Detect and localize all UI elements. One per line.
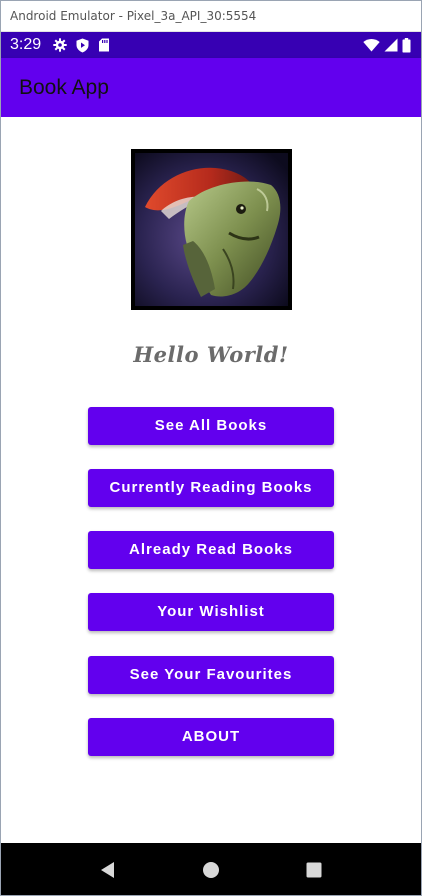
your-wishlist-button[interactable]: Your Wishlist	[88, 593, 334, 631]
already-read-books-button[interactable]: Already Read Books	[88, 531, 334, 569]
status-system-icons	[363, 37, 411, 53]
status-bar: 3:29	[1, 32, 421, 58]
back-button[interactable]	[88, 850, 128, 890]
app-bar: Book App	[1, 58, 421, 117]
sd-card-icon	[98, 38, 110, 52]
emulator-window: Android Emulator - Pixel_3a_API_30:5554 …	[0, 0, 422, 896]
back-icon	[100, 862, 114, 878]
see-your-favourites-button[interactable]: See Your Favourites	[88, 656, 334, 694]
see-all-books-button[interactable]: See All Books	[88, 407, 334, 445]
about-button[interactable]: ABOUT	[88, 718, 334, 756]
home-button[interactable]	[191, 850, 231, 890]
greeting-text: Hello World!	[133, 342, 289, 367]
book-cover-image	[131, 149, 292, 310]
main-content: Hello World! See All Books Currently Rea…	[1, 117, 421, 843]
shield-icon	[76, 38, 89, 53]
home-icon	[202, 862, 219, 878]
signal-icon	[384, 38, 398, 52]
currently-reading-books-button[interactable]: Currently Reading Books	[88, 469, 334, 507]
window-title-bar: Android Emulator - Pixel_3a_API_30:5554	[1, 1, 421, 32]
status-notification-icons	[53, 38, 110, 53]
system-navigation-bar	[1, 843, 421, 895]
recents-button[interactable]	[294, 850, 334, 890]
wifi-icon	[363, 38, 380, 52]
window-title: Android Emulator - Pixel_3a_API_30:5554	[10, 9, 257, 23]
recents-icon	[306, 862, 322, 878]
book-cover-creature-icon	[131, 149, 292, 310]
gear-icon	[53, 38, 67, 52]
battery-icon	[402, 37, 411, 53]
status-time: 3:29	[10, 36, 42, 53]
app-title: Book App	[19, 75, 109, 99]
